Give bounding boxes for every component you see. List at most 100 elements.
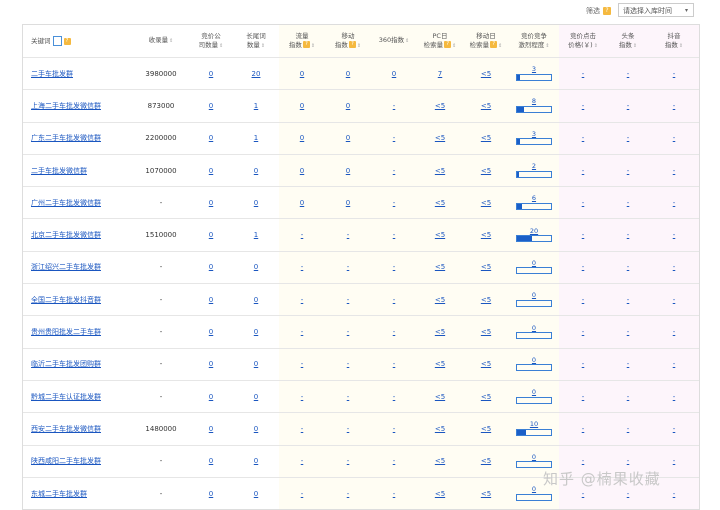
value-link[interactable]: <5 bbox=[481, 134, 491, 142]
value-link[interactable]: 0 bbox=[209, 328, 213, 336]
competition-value[interactable]: 0 bbox=[509, 389, 559, 396]
col-header-toutiao[interactable]: 头条 指数⇕ bbox=[607, 25, 649, 58]
keyword-link[interactable]: 东城二手车批发群 bbox=[31, 490, 87, 498]
value-link[interactable]: 0 bbox=[254, 328, 258, 336]
value-link[interactable]: 0 bbox=[392, 70, 396, 78]
value-link[interactable]: - bbox=[347, 296, 350, 304]
value-link[interactable]: - bbox=[582, 360, 585, 368]
value-link[interactable]: <5 bbox=[481, 490, 491, 498]
value-link[interactable]: 0 bbox=[300, 167, 304, 175]
value-link[interactable]: - bbox=[301, 328, 304, 336]
value-link[interactable]: - bbox=[393, 102, 396, 110]
value-link[interactable]: - bbox=[627, 296, 630, 304]
value-link[interactable]: - bbox=[393, 199, 396, 207]
competition-value[interactable]: 0 bbox=[509, 292, 559, 299]
value-link[interactable]: - bbox=[393, 425, 396, 433]
value-link[interactable]: 0 bbox=[209, 490, 213, 498]
value-link[interactable]: - bbox=[627, 425, 630, 433]
value-link[interactable]: - bbox=[627, 231, 630, 239]
value-link[interactable]: <5 bbox=[481, 70, 491, 78]
value-link[interactable]: - bbox=[673, 70, 676, 78]
col-header-index-360[interactable]: 360指数⇕ bbox=[371, 25, 417, 58]
col-header-volume[interactable]: 收录量⇕ bbox=[133, 25, 189, 58]
sort-icon[interactable]: ⇕ bbox=[545, 43, 549, 49]
value-link[interactable]: 7 bbox=[438, 70, 442, 78]
keyword-link[interactable]: 西安二手车批发微信群 bbox=[31, 425, 101, 433]
value-link[interactable]: - bbox=[347, 457, 350, 465]
value-link[interactable]: - bbox=[347, 263, 350, 271]
value-link[interactable]: <5 bbox=[435, 263, 445, 271]
value-link[interactable]: - bbox=[627, 199, 630, 207]
value-link[interactable]: - bbox=[582, 199, 585, 207]
keyword-link[interactable]: 上海二手车批发微信群 bbox=[31, 102, 101, 110]
value-link[interactable]: <5 bbox=[435, 490, 445, 498]
value-link[interactable]: - bbox=[673, 102, 676, 110]
value-link[interactable]: - bbox=[393, 360, 396, 368]
value-link[interactable]: <5 bbox=[435, 296, 445, 304]
value-link[interactable]: - bbox=[301, 231, 304, 239]
value-link[interactable]: - bbox=[582, 70, 585, 78]
help-icon[interactable]: ? bbox=[63, 37, 71, 45]
value-link[interactable]: - bbox=[627, 490, 630, 498]
value-link[interactable]: <5 bbox=[435, 134, 445, 142]
help-icon[interactable]: ? bbox=[490, 41, 498, 48]
value-link[interactable]: - bbox=[673, 263, 676, 271]
competition-value[interactable]: 6 bbox=[509, 195, 559, 202]
value-link[interactable]: - bbox=[673, 296, 676, 304]
sort-icon[interactable]: ⇕ bbox=[219, 43, 223, 49]
col-header-bid-companies[interactable]: 竞价公 司数量⇕ bbox=[189, 25, 233, 58]
value-link[interactable]: 0 bbox=[346, 167, 350, 175]
value-link[interactable]: <5 bbox=[481, 393, 491, 401]
value-link[interactable]: 0 bbox=[209, 231, 213, 239]
value-link[interactable]: 0 bbox=[254, 296, 258, 304]
value-link[interactable]: 0 bbox=[209, 263, 213, 271]
value-link[interactable]: <5 bbox=[481, 360, 491, 368]
value-link[interactable]: 0 bbox=[209, 199, 213, 207]
value-link[interactable]: <5 bbox=[435, 360, 445, 368]
competition-value[interactable]: 10 bbox=[509, 421, 559, 428]
sort-icon[interactable]: ⇕ bbox=[261, 43, 265, 49]
value-link[interactable]: - bbox=[347, 393, 350, 401]
value-link[interactable]: - bbox=[582, 457, 585, 465]
value-link[interactable]: - bbox=[582, 328, 585, 336]
keyword-link[interactable]: 陕西咸阳二手车批发群 bbox=[31, 457, 101, 465]
value-link[interactable]: - bbox=[393, 457, 396, 465]
value-link[interactable]: <5 bbox=[481, 102, 491, 110]
value-link[interactable]: - bbox=[393, 490, 396, 498]
value-link[interactable]: 0 bbox=[209, 70, 213, 78]
value-link[interactable]: - bbox=[393, 328, 396, 336]
sort-icon[interactable]: ⇕ bbox=[311, 43, 315, 49]
value-link[interactable]: - bbox=[301, 296, 304, 304]
value-link[interactable]: 0 bbox=[300, 199, 304, 207]
keyword-link[interactable]: 临沂二手车批发团购群 bbox=[31, 360, 101, 368]
col-header-douyin[interactable]: 抖音 指数⇕ bbox=[649, 25, 699, 58]
value-link[interactable]: - bbox=[347, 231, 350, 239]
competition-value[interactable]: 3 bbox=[509, 130, 559, 138]
sort-icon[interactable]: ⇕ bbox=[498, 43, 502, 49]
competition-value[interactable]: 0 bbox=[509, 453, 559, 461]
value-link[interactable]: - bbox=[627, 393, 630, 401]
value-link[interactable]: - bbox=[301, 263, 304, 271]
value-link[interactable]: <5 bbox=[481, 425, 491, 433]
col-header-longtail[interactable]: 长尾词 数量⇕ bbox=[233, 25, 279, 58]
value-link[interactable]: - bbox=[673, 425, 676, 433]
value-link[interactable]: - bbox=[347, 490, 350, 498]
sort-icon[interactable]: ⇕ bbox=[357, 43, 361, 49]
value-link[interactable]: - bbox=[673, 490, 676, 498]
value-link[interactable]: 0 bbox=[209, 393, 213, 401]
competition-value[interactable]: 0 bbox=[509, 356, 559, 364]
value-link[interactable]: 0 bbox=[300, 70, 304, 78]
help-icon[interactable]: ? bbox=[348, 41, 356, 48]
value-link[interactable]: 0 bbox=[300, 102, 304, 110]
value-link[interactable]: - bbox=[393, 263, 396, 271]
keyword-link[interactable]: 贵州贵阳批发二手车群 bbox=[31, 328, 101, 336]
value-link[interactable]: 0 bbox=[346, 70, 350, 78]
sort-icon[interactable]: ⇕ bbox=[405, 38, 409, 44]
value-link[interactable]: - bbox=[673, 134, 676, 142]
sort-icon[interactable]: ⇕ bbox=[169, 38, 173, 44]
filter-button[interactable]: 筛选 ? bbox=[586, 6, 611, 16]
value-link[interactable]: - bbox=[627, 328, 630, 336]
value-link[interactable]: <5 bbox=[481, 457, 491, 465]
value-link[interactable]: 0 bbox=[209, 167, 213, 175]
competition-value[interactable]: 0 bbox=[509, 259, 559, 267]
